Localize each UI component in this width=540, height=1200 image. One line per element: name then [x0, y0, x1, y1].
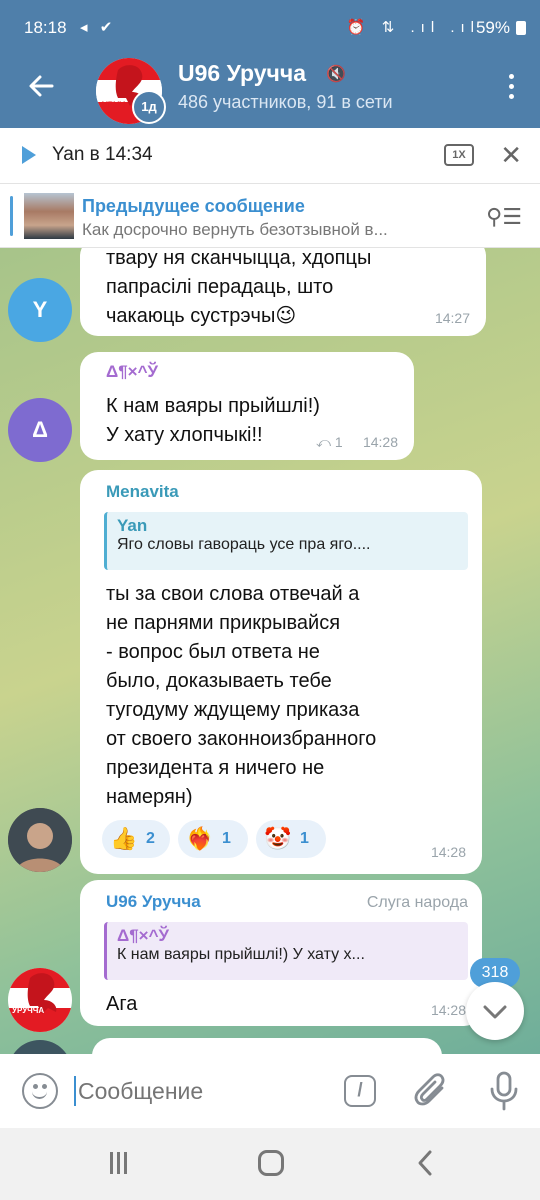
notification-icons: ◂ ✔ — [80, 19, 117, 36]
play-icon[interactable] — [22, 146, 36, 164]
system-icons: ⏰ ⇅ .ıl .ıl — [346, 19, 480, 36]
muted-icon: 🔇 — [326, 66, 346, 83]
message-bubble[interactable]: Menavita Yan Яго словы гавораць усе пра … — [80, 470, 482, 874]
message-line: Ага — [106, 993, 138, 1015]
emoji-button[interactable] — [22, 1073, 58, 1109]
avatar[interactable] — [8, 1040, 72, 1054]
admin-title: Слуга народа — [366, 894, 468, 911]
microphone-icon — [490, 1071, 518, 1111]
more-menu-button[interactable] — [506, 74, 516, 104]
reaction-thumbs-up[interactable]: 👍 2 — [102, 820, 170, 858]
pin-list-icon[interactable]: ⚲☰ — [486, 204, 522, 230]
clown-icon: 🤡 — [264, 825, 292, 851]
system-nav-bar — [0, 1128, 540, 1200]
reaction-count: 2 — [146, 830, 155, 847]
reply-count[interactable]: ⤺ 1 — [316, 434, 343, 451]
audio-player[interactable]: Yan в 14:34 1X ✕ — [0, 128, 540, 184]
arrow-left-icon — [29, 75, 54, 97]
pinned-indicator — [10, 196, 13, 236]
message-time: 14:27 — [434, 310, 470, 326]
message-line: К нам ваяры прыйшлі!) — [106, 395, 320, 417]
system-back-button[interactable] — [414, 1148, 436, 1178]
reaction-clown[interactable]: 🤡 1 — [256, 820, 326, 858]
message-time: 14:28 — [430, 844, 466, 860]
avatar-text: УРУЧ — [102, 100, 126, 110]
avatar-text: УРУЧЧА — [12, 1006, 45, 1015]
reply-text: Яго словы гавораць усе пра яго.... — [117, 536, 371, 553]
microphone-button[interactable] — [486, 1070, 522, 1112]
attach-button[interactable] — [414, 1072, 450, 1110]
playback-speed-button[interactable]: 1X — [444, 144, 474, 166]
reaction-heart-fire[interactable]: ❤️‍🔥 1 — [178, 820, 248, 858]
message-line: не парнями прикрывайся — [106, 612, 341, 634]
dragon-logo-icon — [8, 968, 72, 1032]
message-line: президента я ничего не — [106, 757, 325, 779]
paperclip-icon — [414, 1073, 445, 1106]
message-line: У хату хлопчыкі!! — [106, 424, 263, 446]
close-player-button[interactable]: ✕ — [500, 140, 522, 171]
avatar[interactable]: УРУЧЧА — [8, 968, 72, 1032]
reply-author: Δ¶×^Ў — [117, 926, 170, 945]
message-bubble[interactable]: твару ня сканчыцца, хдопцы папрасілі пер… — [80, 248, 486, 336]
battery-icon — [516, 21, 526, 35]
story-badge: 1д — [132, 90, 166, 124]
pinned-thumbnail — [24, 193, 74, 239]
avatar[interactable] — [8, 808, 72, 872]
message-line: папрасілі перадаць, што — [106, 276, 334, 298]
reply-author: Yan — [117, 516, 148, 535]
chat-header: УРУЧ 1д U96 Уруччa 🔇 486 участников, 91 … — [0, 52, 540, 128]
avatar[interactable]: Y — [8, 278, 72, 342]
message-input-bar: / — [0, 1054, 540, 1128]
avatar[interactable]: Δ — [8, 398, 72, 462]
message-line: - вопрос был ответа не — [106, 641, 320, 663]
back-button[interactable] — [22, 66, 62, 106]
pinned-text: Как досрочно вернуть безотзывной в... — [82, 220, 388, 239]
player-track-label: Yan в 14:34 — [52, 144, 153, 165]
battery-percent: 59% — [475, 18, 510, 37]
status-time: 18:18 — [24, 18, 67, 37]
message-line: тугодуму ждущему приказа — [106, 699, 360, 721]
pinned-title: Предыдущее сообщение — [82, 196, 305, 216]
message-input[interactable] — [78, 1076, 318, 1106]
message-line: чакаюць сустрэчы😉 — [106, 305, 297, 327]
home-button[interactable] — [258, 1150, 284, 1176]
reply-quote[interactable]: Yan Яго словы гавораць усе пра яго.... — [104, 512, 468, 570]
sender-name[interactable]: Δ¶×^Ў — [106, 362, 158, 382]
reaction-count: 1 — [300, 830, 309, 847]
message-bubble[interactable]: Δ¶×^Ў К нам ваяры прыйшлі!) У хату хлопч… — [80, 352, 414, 460]
user-photo-icon — [8, 808, 72, 872]
message-bubble[interactable] — [92, 1038, 442, 1054]
chat-title[interactable]: U96 Уруччa — [178, 60, 306, 87]
chat-area[interactable]: Y твару ня сканчыцца, хдопцы папрасілі п… — [0, 248, 540, 1054]
message-time: 14:28 — [362, 434, 398, 450]
message-line: от своего законноизбранного — [106, 728, 377, 750]
bot-commands-button[interactable]: / — [344, 1075, 376, 1107]
sender-name[interactable]: U96 Уруччa — [106, 892, 201, 912]
chevron-left-icon — [418, 1150, 432, 1176]
message-line: твару ня сканчыцца, хдопцы — [106, 248, 372, 269]
scroll-down-button[interactable] — [466, 982, 524, 1040]
text-caret — [74, 1076, 76, 1106]
chat-subtitle: 486 участников, 91 в сети — [178, 92, 393, 112]
chevron-down-icon — [483, 1005, 507, 1019]
heart-on-fire-icon: ❤️‍🔥 — [186, 825, 214, 851]
sender-name[interactable]: Menavita — [106, 482, 179, 502]
pinned-message-bar[interactable]: Предыдущее сообщение Как досрочно вернут… — [0, 184, 540, 248]
recents-button[interactable] — [110, 1152, 134, 1174]
reply-quote[interactable]: Δ¶×^Ў К нам ваяры прыйшлі!) У хату х... — [104, 922, 468, 980]
status-bar: 18:18 ◂ ✔ ⏰ ⇅ .ıl .ıl 59% — [0, 0, 540, 52]
reply-text: К нам ваяры прыйшлі!) У хату х... — [117, 946, 365, 963]
reaction-count: 1 — [222, 830, 231, 847]
message-time: 14:28 — [430, 1002, 466, 1018]
message-line: было, доказываеть тебе — [106, 670, 332, 692]
thumbs-up-icon: 👍 — [110, 825, 138, 851]
message-line: намерян) — [106, 786, 193, 808]
message-bubble[interactable]: U96 Уруччa Слуга народа Δ¶×^Ў К нам ваяр… — [80, 880, 482, 1026]
message-line: ты за свои слова отвечай а — [106, 583, 360, 605]
